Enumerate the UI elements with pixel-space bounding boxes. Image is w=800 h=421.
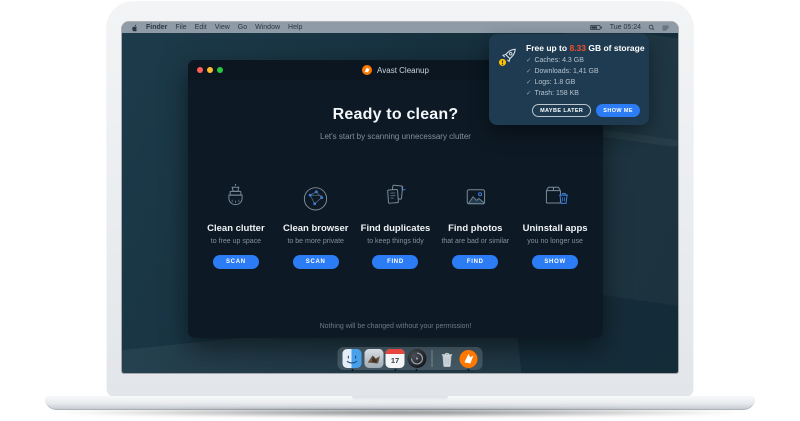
feature-uninstall-apps: Uninstall apps you no longer use SHOW [515,183,595,269]
check-icon: ✓ [526,89,531,97]
list-item-caches: ✓Caches: 4.3 GB [526,56,640,64]
globe-network-icon [299,183,332,213]
battery-icon[interactable] [590,24,603,31]
notification-center-icon[interactable] [662,25,669,31]
menu-item-help[interactable]: Help [288,24,302,31]
avast-logo-icon [362,65,372,75]
feature-subtitle: to free up space [211,238,261,245]
dock-separator [431,350,432,367]
laptop-mockup: Finder File Edit View Go Window Help Tue… [0,0,800,421]
page-subtitle: Let's start by scanning unnecessary clut… [188,132,603,141]
menu-item-go[interactable]: Go [238,24,247,31]
feature-subtitle: to keep things tidy [367,238,423,245]
notification-title: Free up to 8.33 GB of storage [526,43,640,53]
menu-item-edit[interactable]: Edit [195,24,207,31]
desktop-screen: Finder File Edit View Go Window Help Tue… [122,22,678,373]
apple-menu-icon[interactable] [131,24,138,32]
menu-item-file[interactable]: File [175,24,186,31]
dock-photos-icon[interactable] [364,349,383,368]
minimize-button[interactable] [207,67,213,73]
clean-clutter-scan-button[interactable]: SCAN [213,255,259,269]
brush-icon [219,183,252,213]
feature-title: Clean clutter [207,223,265,234]
feature-title: Uninstall apps [523,223,588,234]
menu-item-finder[interactable]: Finder [146,24,167,31]
dock-calendar-icon[interactable]: 17 [386,349,405,368]
dock-record-icon[interactable] [407,349,426,368]
feature-subtitle: that are bad or similar [441,238,509,245]
window-title: Avast Cleanup [377,66,429,75]
maybe-later-button[interactable]: MAYBE LATER [532,104,591,117]
dock: 17 [338,347,483,370]
menu-item-window[interactable]: Window [255,24,280,31]
show-me-button[interactable]: SHOW ME [596,104,640,117]
find-photos-find-button[interactable]: FIND [452,255,498,269]
storage-notification: Free up to 8.33 GB of storage ✓Caches: 4… [489,34,649,125]
laptop-base-notch [352,396,448,401]
close-button[interactable] [197,67,203,73]
menu-bar: Finder File Edit View Go Window Help Tue… [122,22,678,33]
dock-finder-icon[interactable] [343,349,362,368]
laptop-shadow [55,408,745,417]
feature-title: Clean browser [283,223,348,234]
clean-browser-scan-button[interactable]: SCAN [293,255,339,269]
dock-avast-icon[interactable] [459,349,478,368]
dock-trash-icon[interactable] [437,349,456,368]
menu-item-view[interactable]: View [215,24,230,31]
check-icon: ✓ [526,67,531,75]
photo-icon [459,183,492,213]
feature-title: Find duplicates [361,223,431,234]
menu-bar-clock[interactable]: Tue 05:24 [610,24,641,31]
feature-title: Find photos [448,223,502,234]
storage-amount: 8.33 [569,43,586,53]
feature-subtitle: you no longer use [527,238,583,245]
laptop-screen-bezel: Finder File Edit View Go Window Help Tue… [107,2,693,397]
list-item-downloads: ✓Downloads: 1,41 GB [526,67,640,75]
feature-find-photos: Find photos that are bad or similar FIND [435,183,515,269]
check-icon: ✓ [526,78,531,86]
documents-icon [379,183,412,213]
list-item-trash: ✓Trash: 158 KB [526,89,640,97]
feature-subtitle: to be more private [287,238,343,245]
list-item-logs: ✓Logs: 1.8 GB [526,78,640,86]
zoom-button[interactable] [217,67,223,73]
feature-clean-browser: Clean browser to be more private SCAN [276,183,356,269]
permission-note: Nothing will be changed without your per… [188,323,603,330]
rocket-icon [497,45,519,117]
feature-find-duplicates: Find duplicates to keep things tidy FIND [356,183,436,269]
feature-row: Clean clutter to free up space SCAN [188,183,603,269]
feature-clean-clutter: Clean clutter to free up space SCAN [196,183,276,269]
search-icon[interactable] [648,24,655,31]
uninstall-apps-show-button[interactable]: SHOW [532,255,578,269]
check-icon: ✓ [526,56,531,64]
find-duplicates-find-button[interactable]: FIND [372,255,418,269]
box-trash-icon [539,183,572,213]
